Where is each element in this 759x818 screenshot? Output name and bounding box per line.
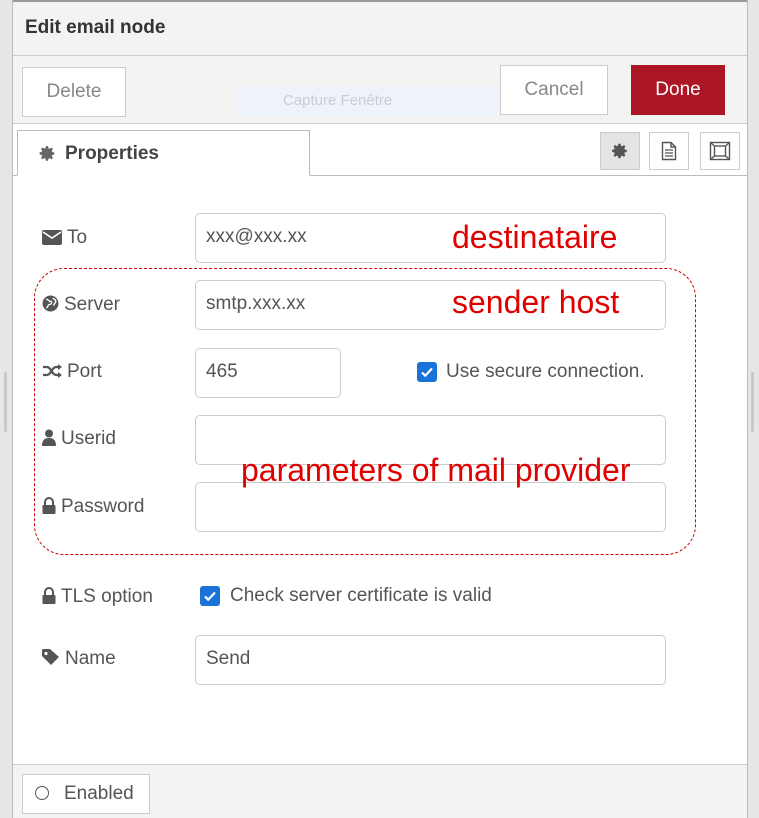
to-label-text: To: [67, 227, 88, 248]
right-resize-grip[interactable]: [751, 372, 754, 432]
envelope-icon: [42, 227, 67, 248]
capture-window-overlay: Capture Fenêtre: [235, 86, 525, 116]
name-label-text: Name: [65, 648, 116, 669]
done-button[interactable]: Done: [631, 65, 725, 115]
tab-properties[interactable]: Properties: [17, 130, 310, 176]
enabled-toggle-button[interactable]: Enabled: [22, 774, 150, 814]
tls-verify-label: Check server certificate is valid: [230, 585, 492, 606]
circle-icon: [35, 786, 49, 800]
left-panel-edge: [0, 0, 13, 818]
annotation-destinataire: destinataire: [452, 219, 618, 255]
to-label: To: [42, 227, 87, 249]
tab-appearance[interactable]: [700, 132, 740, 170]
enabled-label: Enabled: [64, 783, 134, 804]
tls-verify-checkbox[interactable]: [200, 586, 220, 606]
annotation-mail-provider: parameters of mail provider: [241, 452, 631, 488]
page-title: Edit email node: [25, 17, 166, 38]
left-resize-grip[interactable]: [4, 372, 7, 432]
tray-toolbar: Delete Capture Fenêtre Cancel Done: [13, 56, 747, 124]
name-input[interactable]: Send: [195, 635, 666, 685]
tab-bar: Properties: [13, 124, 747, 176]
tab-description[interactable]: [649, 132, 689, 170]
lock-icon: [42, 586, 61, 607]
cancel-button[interactable]: Cancel: [500, 65, 608, 115]
name-label: Name: [42, 648, 116, 670]
tag-icon: [42, 648, 65, 669]
tray-header: Edit email node: [13, 0, 747, 56]
gear-icon: [39, 145, 56, 167]
tab-settings[interactable]: [600, 132, 640, 170]
tab-properties-label: Properties: [65, 143, 159, 164]
right-panel-edge: [747, 0, 759, 818]
delete-button[interactable]: Delete: [22, 67, 126, 117]
tls-label-text: TLS option: [61, 586, 153, 607]
annotation-sender-host: sender host: [452, 284, 620, 320]
tls-label: TLS option: [42, 586, 153, 608]
tray-footer: Enabled: [13, 764, 747, 818]
